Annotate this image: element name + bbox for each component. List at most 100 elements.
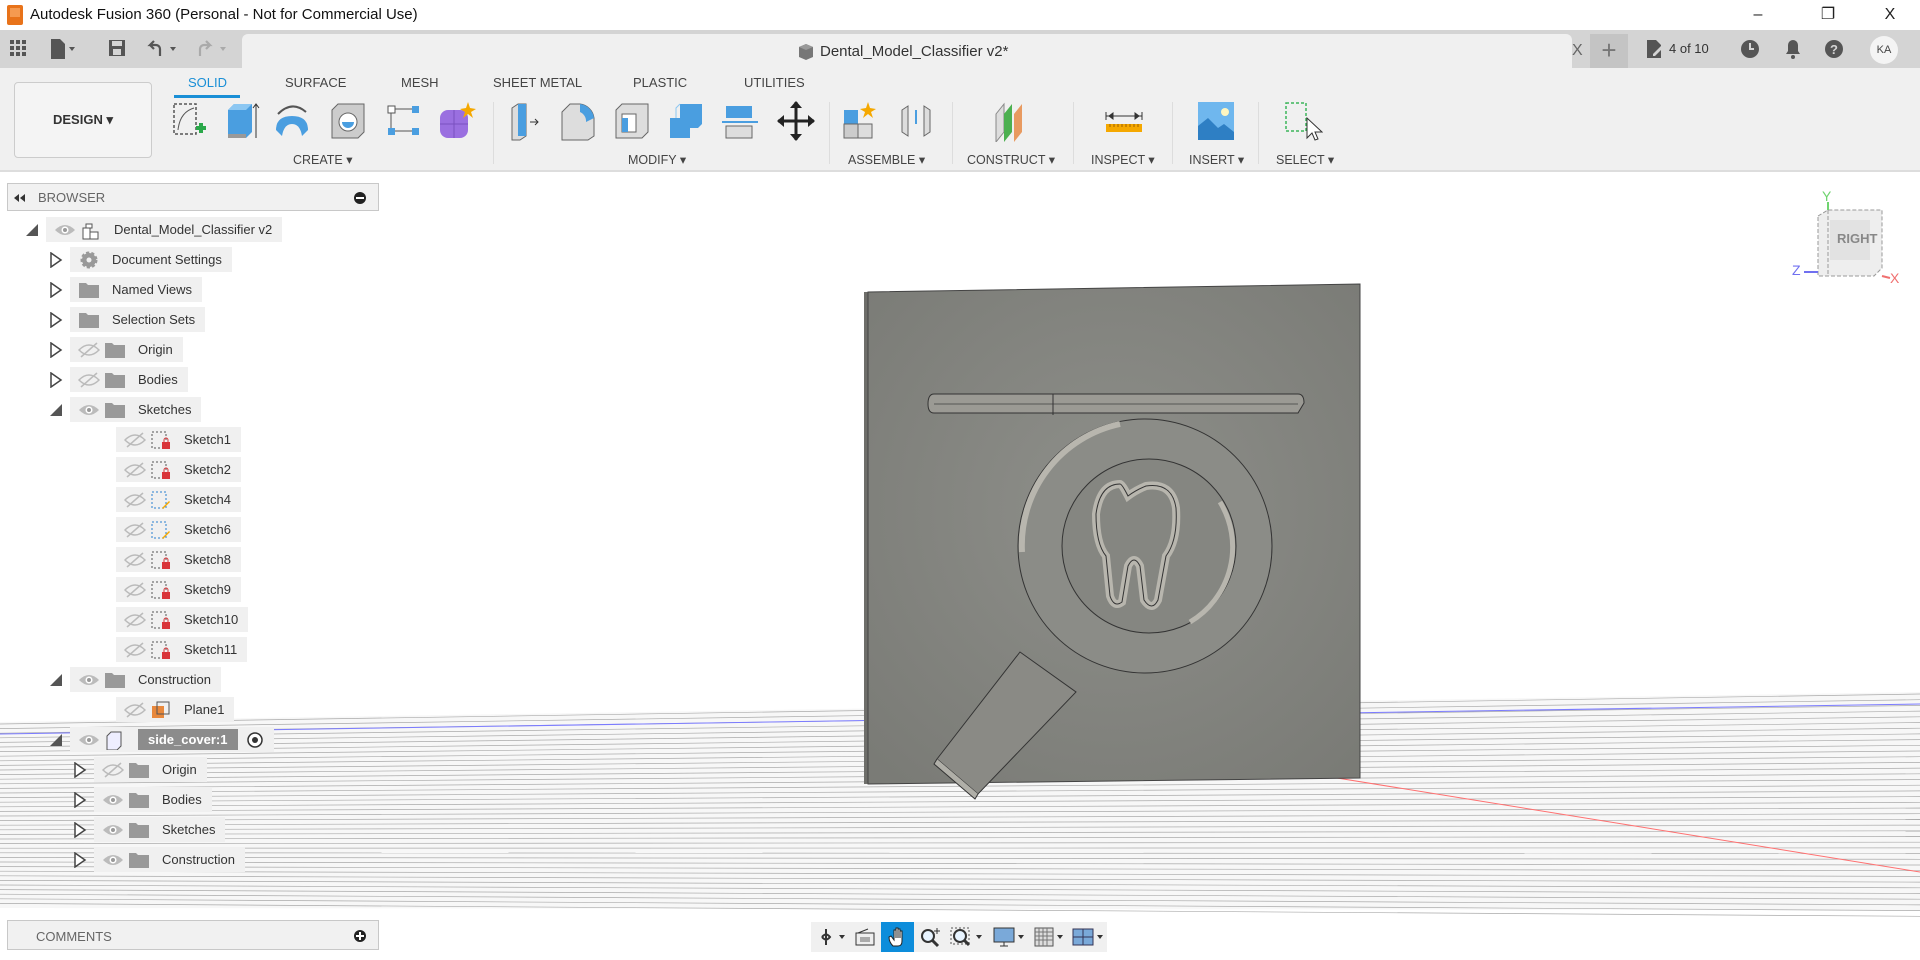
browser-item[interactable]: Sketches	[72, 817, 226, 842]
help-icon[interactable]: ?	[1824, 39, 1844, 59]
eye-hidden-icon[interactable]	[124, 520, 146, 540]
eye-icon[interactable]	[78, 670, 100, 690]
eye-icon[interactable]	[54, 220, 76, 240]
selection-window-icon[interactable]	[1283, 100, 1323, 142]
tab-surface[interactable]: SURFACE	[285, 75, 346, 90]
revolve-icon[interactable]	[272, 100, 312, 142]
close-window-button[interactable]: X	[1870, 2, 1910, 28]
add-comment-icon[interactable]	[353, 929, 367, 943]
collapsed-triangle-icon[interactable]	[48, 371, 64, 388]
user-avatar[interactable]: KA	[1870, 36, 1898, 64]
browser-item[interactable]: Construction	[72, 847, 245, 872]
job-status-text[interactable]: 4 of 10	[1669, 41, 1709, 56]
browser-item[interactable]: Bodies	[72, 787, 212, 812]
browser-item[interactable]: Plane1	[94, 697, 235, 722]
collapsed-triangle-icon[interactable]	[72, 791, 88, 808]
eye-icon[interactable]	[102, 850, 124, 870]
browser-item[interactable]: Sketch6	[94, 517, 241, 542]
notifications-bell-icon[interactable]	[1784, 38, 1802, 60]
collapsed-triangle-icon[interactable]	[48, 311, 64, 328]
workspace-switcher[interactable]: DESIGN ▾	[14, 82, 152, 158]
create-sketch-icon[interactable]	[170, 100, 210, 142]
eye-hidden-icon[interactable]	[124, 610, 146, 630]
minimize-button[interactable]: –	[1738, 2, 1778, 28]
expanded-triangle-icon[interactable]	[48, 672, 64, 688]
tab-sheet-metal[interactable]: SHEET METAL	[493, 75, 582, 90]
fillet-icon[interactable]	[558, 100, 598, 142]
document-tab[interactable]: Dental_Model_Classifier v2* X	[242, 34, 1583, 68]
restore-button[interactable]: ❐	[1808, 2, 1848, 28]
browser-item[interactable]: Sketch4	[94, 487, 241, 512]
browser-item[interactable]: Origin	[48, 337, 183, 362]
pan-button[interactable]	[881, 922, 914, 952]
redo-icon[interactable]	[196, 38, 232, 60]
tab-plastic[interactable]: PLASTIC	[633, 75, 687, 90]
browser-item[interactable]: Sketch9	[94, 577, 241, 602]
display-settings-button[interactable]	[989, 922, 1031, 952]
file-menu-icon[interactable]	[50, 38, 76, 60]
tab-utilities[interactable]: UTILITIES	[744, 75, 805, 90]
shell-icon[interactable]	[612, 100, 652, 142]
browser-item[interactable]: Sketches	[48, 397, 202, 422]
view-cube[interactable]: RIGHT Y Z X	[1790, 188, 1915, 296]
browser-item[interactable]: Origin	[72, 757, 207, 782]
undo-icon[interactable]	[146, 38, 182, 60]
eye-icon[interactable]	[102, 790, 124, 810]
split-body-icon[interactable]	[720, 100, 760, 142]
save-icon[interactable]	[108, 39, 126, 57]
browser-item[interactable]: Sketch10	[94, 607, 249, 632]
browser-item[interactable]: Selection Sets	[48, 307, 206, 332]
zoom-button[interactable]	[914, 922, 947, 952]
modify-menu[interactable]: MODIFY ▾	[628, 152, 686, 167]
browser-item[interactable]: Construction	[48, 667, 221, 692]
eye-hidden-icon[interactable]	[124, 490, 146, 510]
collapsed-triangle-icon[interactable]	[72, 821, 88, 838]
eye-hidden-icon[interactable]	[124, 430, 146, 450]
data-panel-grid-icon[interactable]	[10, 40, 28, 58]
close-tab-button[interactable]: X	[1572, 42, 1583, 60]
view-cube-face-right[interactable]: RIGHT	[1837, 231, 1877, 246]
eye-icon[interactable]	[78, 730, 100, 750]
press-pull-icon[interactable]	[506, 100, 546, 142]
expanded-triangle-icon[interactable]	[48, 732, 64, 748]
eye-hidden-icon[interactable]	[124, 700, 146, 720]
collapsed-triangle-icon[interactable]	[72, 851, 88, 868]
eye-hidden-icon[interactable]	[102, 760, 124, 780]
browser-item[interactable]: Dental_Model_Classifier v2	[24, 217, 283, 242]
browser-item[interactable]: Bodies	[48, 367, 188, 392]
pattern-icon[interactable]	[384, 100, 424, 142]
combine-icon[interactable]	[666, 100, 706, 142]
tab-mesh[interactable]: MESH	[401, 75, 439, 90]
grid-settings-button[interactable]	[1031, 922, 1069, 952]
insert-image-icon[interactable]	[1196, 100, 1236, 142]
browser-item[interactable]: side_cover:1	[48, 727, 274, 752]
3d-viewport[interactable]	[0, 172, 1920, 920]
expanded-triangle-icon[interactable]	[48, 402, 64, 418]
eye-hidden-icon[interactable]	[124, 550, 146, 570]
side-cover-model[interactable]	[864, 283, 1361, 800]
viewports-button[interactable]	[1069, 922, 1107, 952]
expanded-triangle-icon[interactable]	[24, 222, 40, 238]
insert-menu[interactable]: INSERT ▾	[1189, 152, 1244, 167]
fit-button[interactable]	[947, 922, 989, 952]
collapsed-triangle-icon[interactable]	[48, 341, 64, 358]
new-component-icon[interactable]	[840, 100, 880, 142]
eye-icon[interactable]	[78, 400, 100, 420]
browser-item[interactable]: Sketch8	[94, 547, 241, 572]
extrude-icon[interactable]	[222, 100, 262, 142]
collapsed-triangle-icon[interactable]	[48, 281, 64, 298]
hole-icon[interactable]	[328, 100, 368, 142]
construct-menu[interactable]: CONSTRUCT ▾	[967, 152, 1055, 167]
browser-item[interactable]: Sketch2	[94, 457, 241, 482]
look-at-button[interactable]	[848, 922, 881, 952]
assemble-menu[interactable]: ASSEMBLE ▾	[848, 152, 925, 167]
minimize-browser-icon[interactable]	[353, 191, 367, 205]
create-menu[interactable]: CREATE ▾	[293, 152, 353, 167]
new-tab-button[interactable]: +	[1590, 34, 1628, 68]
browser-item[interactable]: Document Settings	[48, 247, 232, 272]
activate-radio-icon[interactable]	[246, 731, 264, 749]
inspect-menu[interactable]: INSPECT ▾	[1091, 152, 1155, 167]
eye-hidden-icon[interactable]	[124, 460, 146, 480]
select-menu[interactable]: SELECT ▾	[1276, 152, 1334, 167]
eye-hidden-icon[interactable]	[124, 640, 146, 660]
